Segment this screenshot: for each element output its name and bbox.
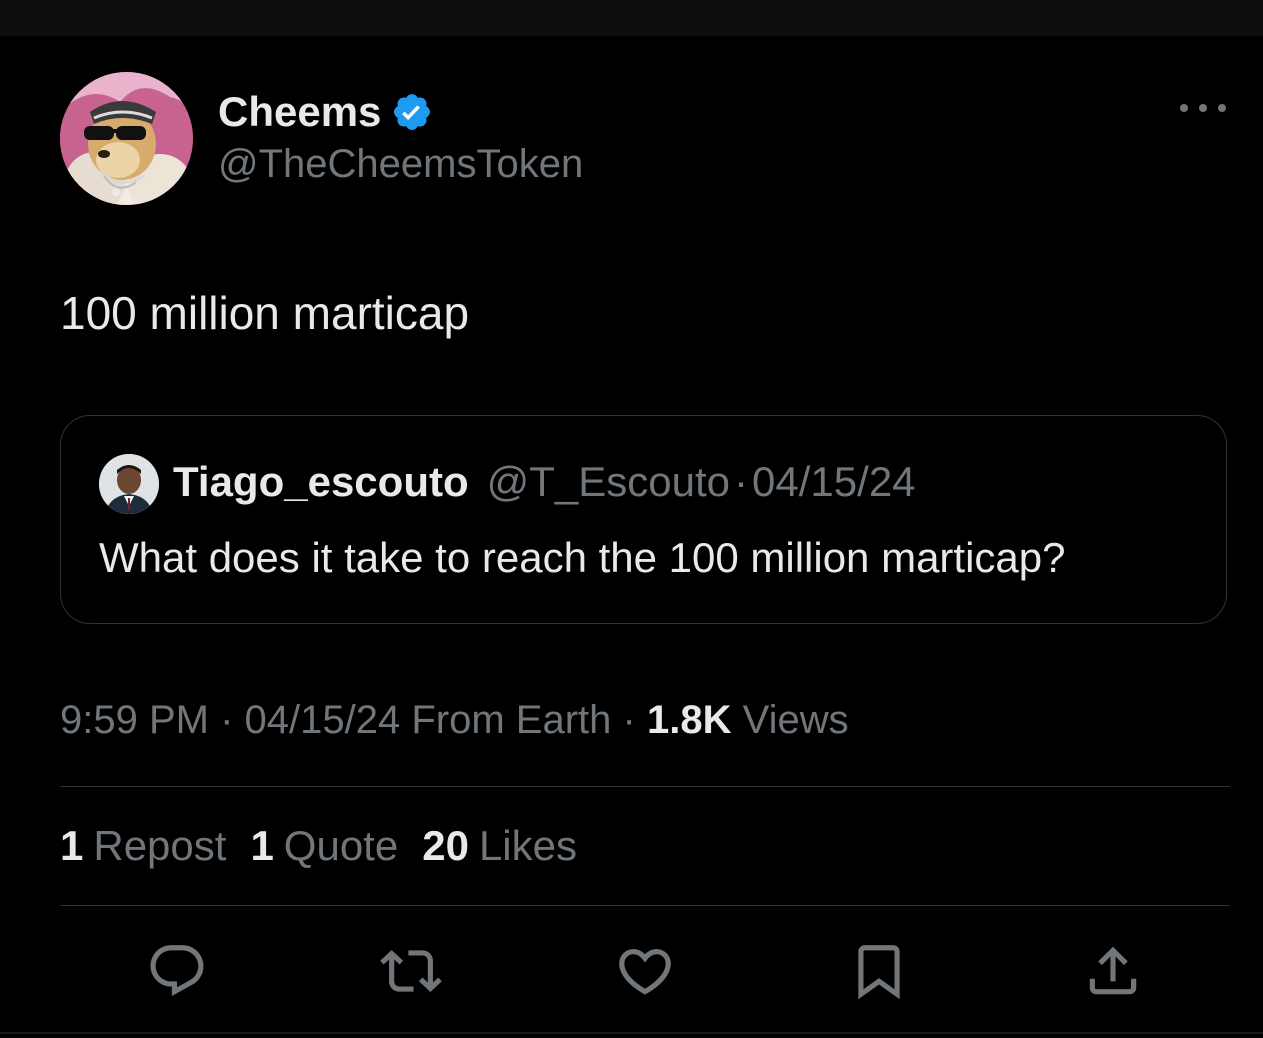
tweet-detail: Cheems @TheCheemsToken 100 million marti… [0, 36, 1263, 1038]
tweet-text: 100 million marticap [60, 287, 470, 339]
author-handle[interactable]: @TheCheemsToken [218, 142, 583, 187]
share-button[interactable] [1078, 936, 1148, 1006]
quoted-tweet-header: Tiago_escouto @T_Escouto · 04/15/24 [173, 458, 916, 506]
tweet-date[interactable]: 04/15/24 [245, 698, 401, 742]
quoted-author-avatar[interactable] [99, 454, 159, 514]
like-button[interactable] [610, 936, 680, 1006]
engagement-stats: 1 Repost 1 Quote 20 Likes [60, 822, 601, 870]
likes-stat[interactable]: 20 Likes [422, 822, 577, 870]
quoted-tweet-card[interactable]: Tiago_escouto @T_Escouto · 04/15/24 What… [60, 415, 1227, 624]
quoted-author-name[interactable]: Tiago_escouto [173, 458, 469, 506]
share-icon [1089, 946, 1137, 995]
separator-dot: · [220, 698, 234, 742]
quoted-tweet-date: 04/15/24 [752, 458, 916, 505]
quotes-label: Quote [283, 822, 399, 869]
verified-badge-icon[interactable] [391, 91, 433, 133]
action-bar [0, 936, 1263, 1006]
bookmark-icon [858, 945, 900, 1000]
heart-icon [619, 949, 671, 995]
divider [60, 786, 1230, 787]
bookmark-button[interactable] [844, 936, 914, 1006]
repost-icon [380, 950, 442, 992]
more-options-icon[interactable] [1180, 96, 1226, 120]
quoted-tweet-text: What does it take to reach the 100 milli… [99, 534, 1066, 581]
person-avatar-image [99, 454, 159, 514]
views-label[interactable]: Views [743, 698, 849, 742]
author-avatar[interactable] [60, 72, 193, 205]
cheems-dog-avatar-image [60, 72, 193, 205]
reposts-count: 1 [60, 822, 84, 869]
reposts-stat[interactable]: 1 Repost [60, 822, 226, 870]
quotes-count: 1 [250, 822, 274, 869]
tweet-source: From Earth [411, 698, 612, 742]
divider [0, 1032, 1263, 1034]
reposts-label: Repost [93, 822, 227, 869]
tweet-time[interactable]: 9:59 PM [60, 698, 209, 742]
author-name[interactable]: Cheems [218, 88, 433, 136]
repost-button[interactable] [376, 936, 446, 1006]
likes-count: 20 [422, 822, 469, 869]
divider [60, 905, 1230, 906]
quotes-stat[interactable]: 1 Quote [250, 822, 398, 870]
status-bar [0, 0, 1263, 36]
tweet-metadata: 9:59 PM · 04/15/24 From Earth · 1.8K Vie… [60, 698, 849, 743]
author-display-name[interactable]: Cheems [218, 88, 381, 136]
views-count[interactable]: 1.8K [647, 698, 732, 742]
quoted-author-handle[interactable]: @T_Escouto [487, 458, 730, 506]
reply-button[interactable] [142, 936, 212, 1006]
reply-icon [150, 945, 204, 997]
likes-label: Likes [478, 822, 577, 869]
separator-dot: · [734, 458, 749, 505]
separator-dot: · [622, 698, 636, 742]
